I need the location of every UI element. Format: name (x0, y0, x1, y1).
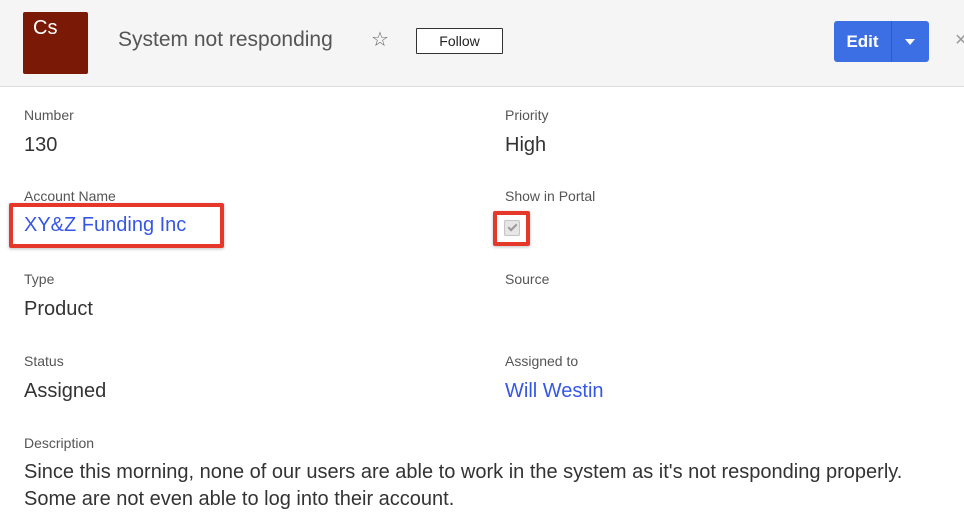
star-outline-icon[interactable]: ☆ (371, 29, 389, 51)
edit-button[interactable]: Edit (834, 21, 891, 62)
description-label: Description (24, 435, 95, 451)
follow-button[interactable]: Follow (416, 28, 503, 54)
account-name-label: Account Name (24, 188, 116, 204)
priority-value: High (505, 134, 547, 156)
chevron-down-icon (905, 39, 915, 45)
description-value: Since this morning, none of our users ar… (24, 461, 903, 510)
type-value: Product (24, 298, 93, 320)
priority-label: Priority (505, 107, 549, 123)
avatar-text: Cs (33, 17, 58, 39)
assigned-to-link[interactable]: Will Westin (505, 380, 604, 403)
edit-dropdown-button[interactable] (892, 21, 929, 62)
type-label: Type (24, 271, 55, 287)
number-value: 130 (24, 134, 58, 156)
show-in-portal-checkbox[interactable] (504, 220, 520, 236)
record-header: Cs System not responding ☆ Follow Edit × (23, 12, 964, 74)
record-title: System not responding (118, 28, 333, 51)
edit-button-group: Edit (834, 21, 929, 62)
source-label: Source (505, 271, 550, 287)
assigned-to-label: Assigned to (505, 353, 579, 369)
close-icon[interactable]: × (955, 29, 964, 52)
module-avatar: Cs (23, 12, 88, 74)
number-label: Number (24, 107, 74, 123)
status-value: Assigned (24, 380, 107, 402)
status-label: Status (24, 353, 64, 369)
checkmark-icon (507, 221, 518, 232)
show-in-portal-label: Show in Portal (505, 188, 596, 204)
account-name-link[interactable]: XY&Z Funding Inc (24, 214, 186, 237)
